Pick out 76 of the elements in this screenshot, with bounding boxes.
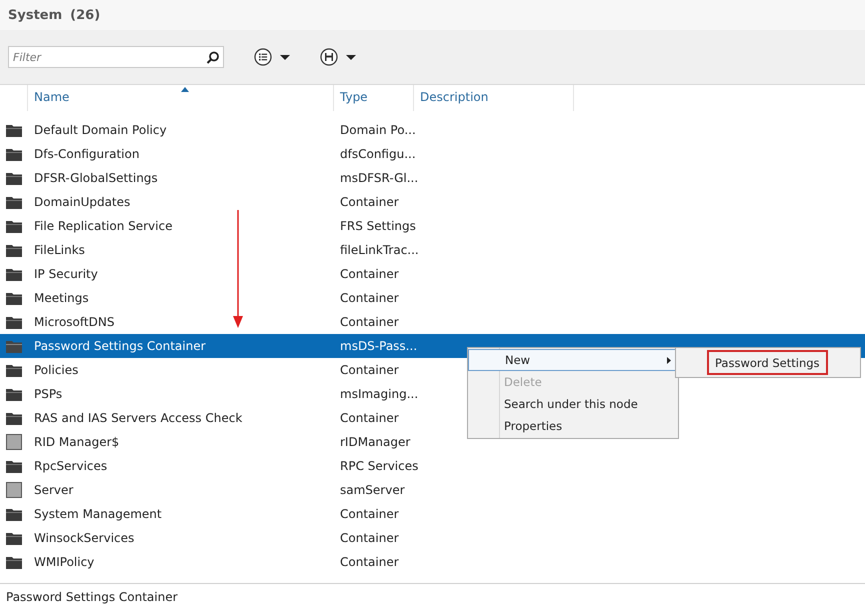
table-cell-text: FRS Settings bbox=[340, 219, 417, 233]
table-cell-text: Meetings bbox=[34, 291, 90, 305]
folder-icon bbox=[6, 268, 22, 280]
table-cell-text: rIDManager bbox=[340, 435, 412, 449]
table-cell-text: Password Settings Container bbox=[34, 339, 207, 353]
table-cell-text: Container bbox=[340, 555, 400, 569]
table-cell-text: Server bbox=[34, 483, 74, 497]
filter-field[interactable]: Filter bbox=[8, 46, 224, 68]
table-cell-text: msDS-Pass... bbox=[340, 339, 418, 353]
table-cell-text: DFSR-GlobalSettings bbox=[34, 171, 159, 185]
object-icon bbox=[6, 482, 22, 498]
table-cell-text: msDFSR-Gl... bbox=[340, 171, 420, 185]
table-cell-text: PSPs bbox=[34, 387, 64, 401]
table-cell-text: samServer bbox=[340, 483, 406, 497]
table-cell-text: Container bbox=[340, 363, 400, 377]
caret-icon[interactable] bbox=[280, 54, 290, 60]
column-header[interactable]: Type bbox=[334, 85, 414, 111]
folder-icon bbox=[6, 220, 22, 232]
table-cell-text: FileLinks bbox=[34, 243, 86, 257]
folder-icon bbox=[6, 556, 22, 568]
folder-icon bbox=[6, 124, 22, 136]
table-cell-text: Container bbox=[340, 411, 400, 425]
table-cell-text: Container bbox=[340, 267, 400, 281]
menu-item[interactable]: Properties bbox=[468, 415, 678, 437]
table-cell-text: msImaging... bbox=[340, 387, 420, 401]
table-cell-text: RPC Services bbox=[340, 459, 420, 473]
table-cell-text: RAS and IAS Servers Access Check bbox=[34, 411, 244, 425]
table-cell-text: Container bbox=[340, 315, 400, 329]
column-header[interactable]: Name bbox=[28, 85, 334, 111]
table-cell-text: Dfs-Configuration bbox=[34, 147, 140, 161]
folder-icon bbox=[6, 508, 22, 520]
search-icon[interactable] bbox=[206, 51, 219, 64]
folder-icon bbox=[6, 364, 22, 376]
submenu-arrow-icon bbox=[667, 356, 671, 364]
table-cell-text: System Management bbox=[34, 507, 163, 521]
table-cell-text: WinsockServices bbox=[34, 531, 136, 545]
menu-item[interactable]: Password Settings bbox=[707, 350, 828, 375]
column-header[interactable]: Description bbox=[414, 85, 574, 111]
item-count: (26) bbox=[70, 8, 100, 22]
table-cell-text: Container bbox=[340, 507, 400, 521]
folder-icon bbox=[6, 340, 22, 352]
folder-icon bbox=[6, 388, 22, 400]
object-icon bbox=[6, 434, 22, 450]
folder-icon bbox=[6, 292, 22, 304]
section-title: System bbox=[8, 8, 62, 22]
table-cell-text: RpcServices bbox=[34, 459, 108, 473]
folder-icon bbox=[6, 244, 22, 256]
folder-icon bbox=[6, 148, 22, 160]
folder-icon bbox=[6, 316, 22, 328]
folder-icon bbox=[6, 532, 22, 544]
menu-item[interactable]: New bbox=[468, 349, 678, 371]
table-cell-text: Container bbox=[340, 531, 400, 545]
view-options-button[interactable] bbox=[254, 48, 290, 66]
status-text: Password Settings Container bbox=[6, 590, 178, 604]
table-cell-text: Domain Po... bbox=[340, 123, 417, 137]
table-cell-text: dfsConfigu... bbox=[340, 147, 417, 161]
table-cell-text: WMIPolicy bbox=[34, 555, 96, 569]
save-icon[interactable] bbox=[320, 48, 338, 66]
folder-icon bbox=[6, 172, 22, 184]
table-cell-text: File Replication Service bbox=[34, 219, 174, 233]
menu-item[interactable]: Search under this node bbox=[468, 393, 678, 415]
table-cell-text: Policies bbox=[34, 363, 80, 377]
table-cell-text: DomainUpdates bbox=[34, 195, 132, 209]
table-cell: fileLinkTrac... bbox=[340, 243, 420, 257]
list-icon[interactable] bbox=[254, 48, 272, 66]
folder-icon bbox=[6, 460, 22, 472]
caret-icon[interactable] bbox=[346, 54, 356, 60]
folder-icon bbox=[6, 412, 22, 424]
folder-icon bbox=[6, 196, 22, 208]
table-cell-text: Default Domain Policy bbox=[34, 123, 168, 137]
table-cell-text: Container bbox=[340, 195, 400, 209]
table-cell-text: RID Manager$ bbox=[34, 435, 120, 449]
save-options-button[interactable] bbox=[320, 48, 356, 66]
table-cell-text: IP Security bbox=[34, 267, 99, 281]
table-cell-text: MicrosoftDNS bbox=[34, 315, 116, 329]
table-cell-text: Container bbox=[340, 291, 400, 305]
